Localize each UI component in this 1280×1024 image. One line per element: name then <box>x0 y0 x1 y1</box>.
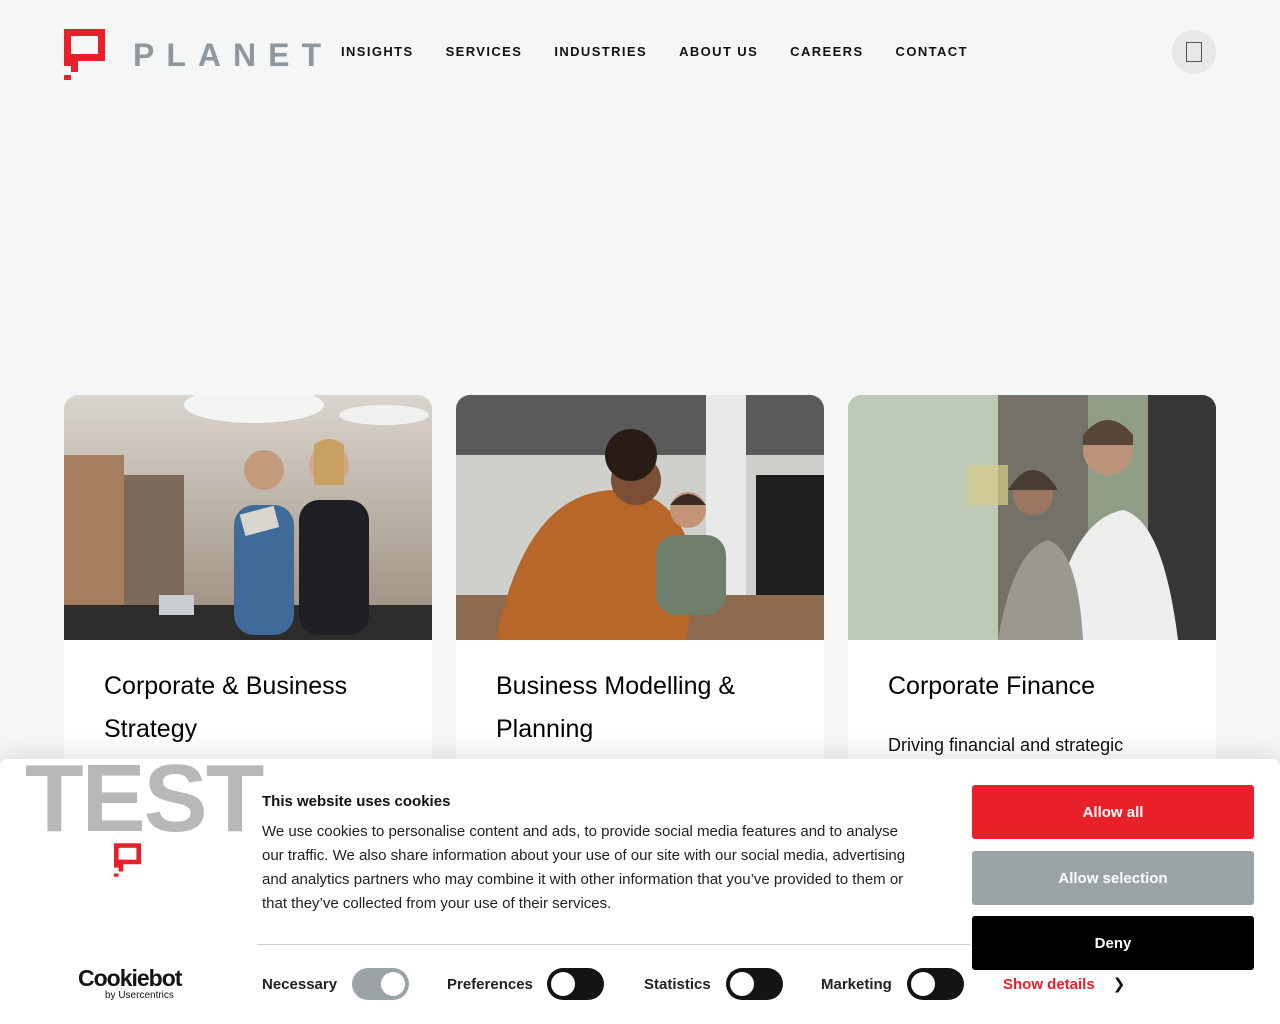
show-details-link[interactable]: Show details ❯ <box>1003 975 1126 994</box>
statistics-switch[interactable] <box>725 968 783 1000</box>
card-title: Corporate Finance <box>888 672 1096 700</box>
toggle-statistics: Statistics <box>644 967 783 1001</box>
deny-button[interactable]: Deny <box>972 916 1254 970</box>
toggle-label: Necessary <box>262 975 338 993</box>
show-details-label: Show details <box>1003 975 1095 993</box>
cookie-consent-banner: TEST This website uses cookies We use co… <box>0 751 1280 1024</box>
collaborating-at-desk-photo <box>456 395 824 640</box>
cookie-description: We use cookies to personalise content an… <box>262 823 906 912</box>
toggle-preferences: Preferences <box>447 967 604 1001</box>
allow-all-button[interactable]: Allow all <box>972 785 1254 839</box>
cookiebot-wordmark: Cookiebot <box>78 965 182 991</box>
toggle-label: Statistics <box>644 975 711 993</box>
services-cards: Corporate & Business Strategy Business M… <box>64 395 1240 775</box>
service-card-modelling[interactable]: Business Modelling & Planning <box>456 395 824 775</box>
divider <box>257 944 970 945</box>
cookiebot-logo[interactable]: Cookiebot by Usercentrics <box>78 965 182 1002</box>
toggle-marketing: Marketing <box>821 967 964 1001</box>
allow-selection-button[interactable]: Allow selection <box>972 851 1254 905</box>
toggle-label: Preferences <box>447 975 533 993</box>
menu-button[interactable] <box>1172 30 1216 74</box>
card-title: Corporate & Business Strategy <box>104 672 348 743</box>
switch-knob <box>550 972 575 996</box>
service-card-corporate-finance[interactable]: Corporate Finance Driving financial and … <box>848 395 1216 775</box>
consent-toggles: Necessary Preferences Statistics Marketi… <box>262 967 972 1001</box>
service-card-strategy[interactable]: Corporate & Business Strategy <box>64 395 432 775</box>
toggle-label: Marketing <box>821 975 892 993</box>
nav-insights[interactable]: INSIGHTS <box>341 44 414 59</box>
site-header: PLANET INSIGHTS SERVICES INDUSTRIES ABOU… <box>0 0 1280 105</box>
cookie-title: This website uses cookies <box>262 793 451 810</box>
nav-about-us[interactable]: ABOUT US <box>679 44 758 59</box>
menu-icon <box>1186 42 1202 62</box>
planet-logo-mark-icon <box>114 843 141 877</box>
planet-logo-mark-icon <box>64 29 105 80</box>
nav-industries[interactable]: INDUSTRIES <box>554 44 647 59</box>
switch-knob <box>729 972 754 996</box>
office-team-photo <box>64 395 432 640</box>
card-description: Driving financial and strategic <box>888 735 1124 755</box>
nav-contact[interactable]: CONTACT <box>896 44 968 59</box>
glass-wall-planning-photo <box>848 395 1216 640</box>
toggle-necessary: Necessary <box>262 967 410 1001</box>
nav-careers[interactable]: CAREERS <box>790 44 863 59</box>
test-badge: TEST <box>25 745 264 852</box>
nav-services[interactable]: SERVICES <box>446 44 523 59</box>
marketing-switch[interactable] <box>906 968 964 1000</box>
card-title: Business Modelling & Planning <box>496 672 736 743</box>
preferences-switch[interactable] <box>546 968 604 1000</box>
chevron-right-icon: ❯ <box>1112 976 1126 993</box>
main-nav: INSIGHTS SERVICES INDUSTRIES ABOUT US CA… <box>341 44 1000 59</box>
switch-knob <box>910 972 935 996</box>
cookiebot-subtitle: by Usercentrics <box>105 990 174 1001</box>
planet-logo[interactable]: PLANET <box>64 29 333 80</box>
necessary-switch[interactable] <box>352 968 410 1000</box>
switch-knob <box>381 972 406 996</box>
planet-logo-wordmark: PLANET <box>133 36 333 73</box>
